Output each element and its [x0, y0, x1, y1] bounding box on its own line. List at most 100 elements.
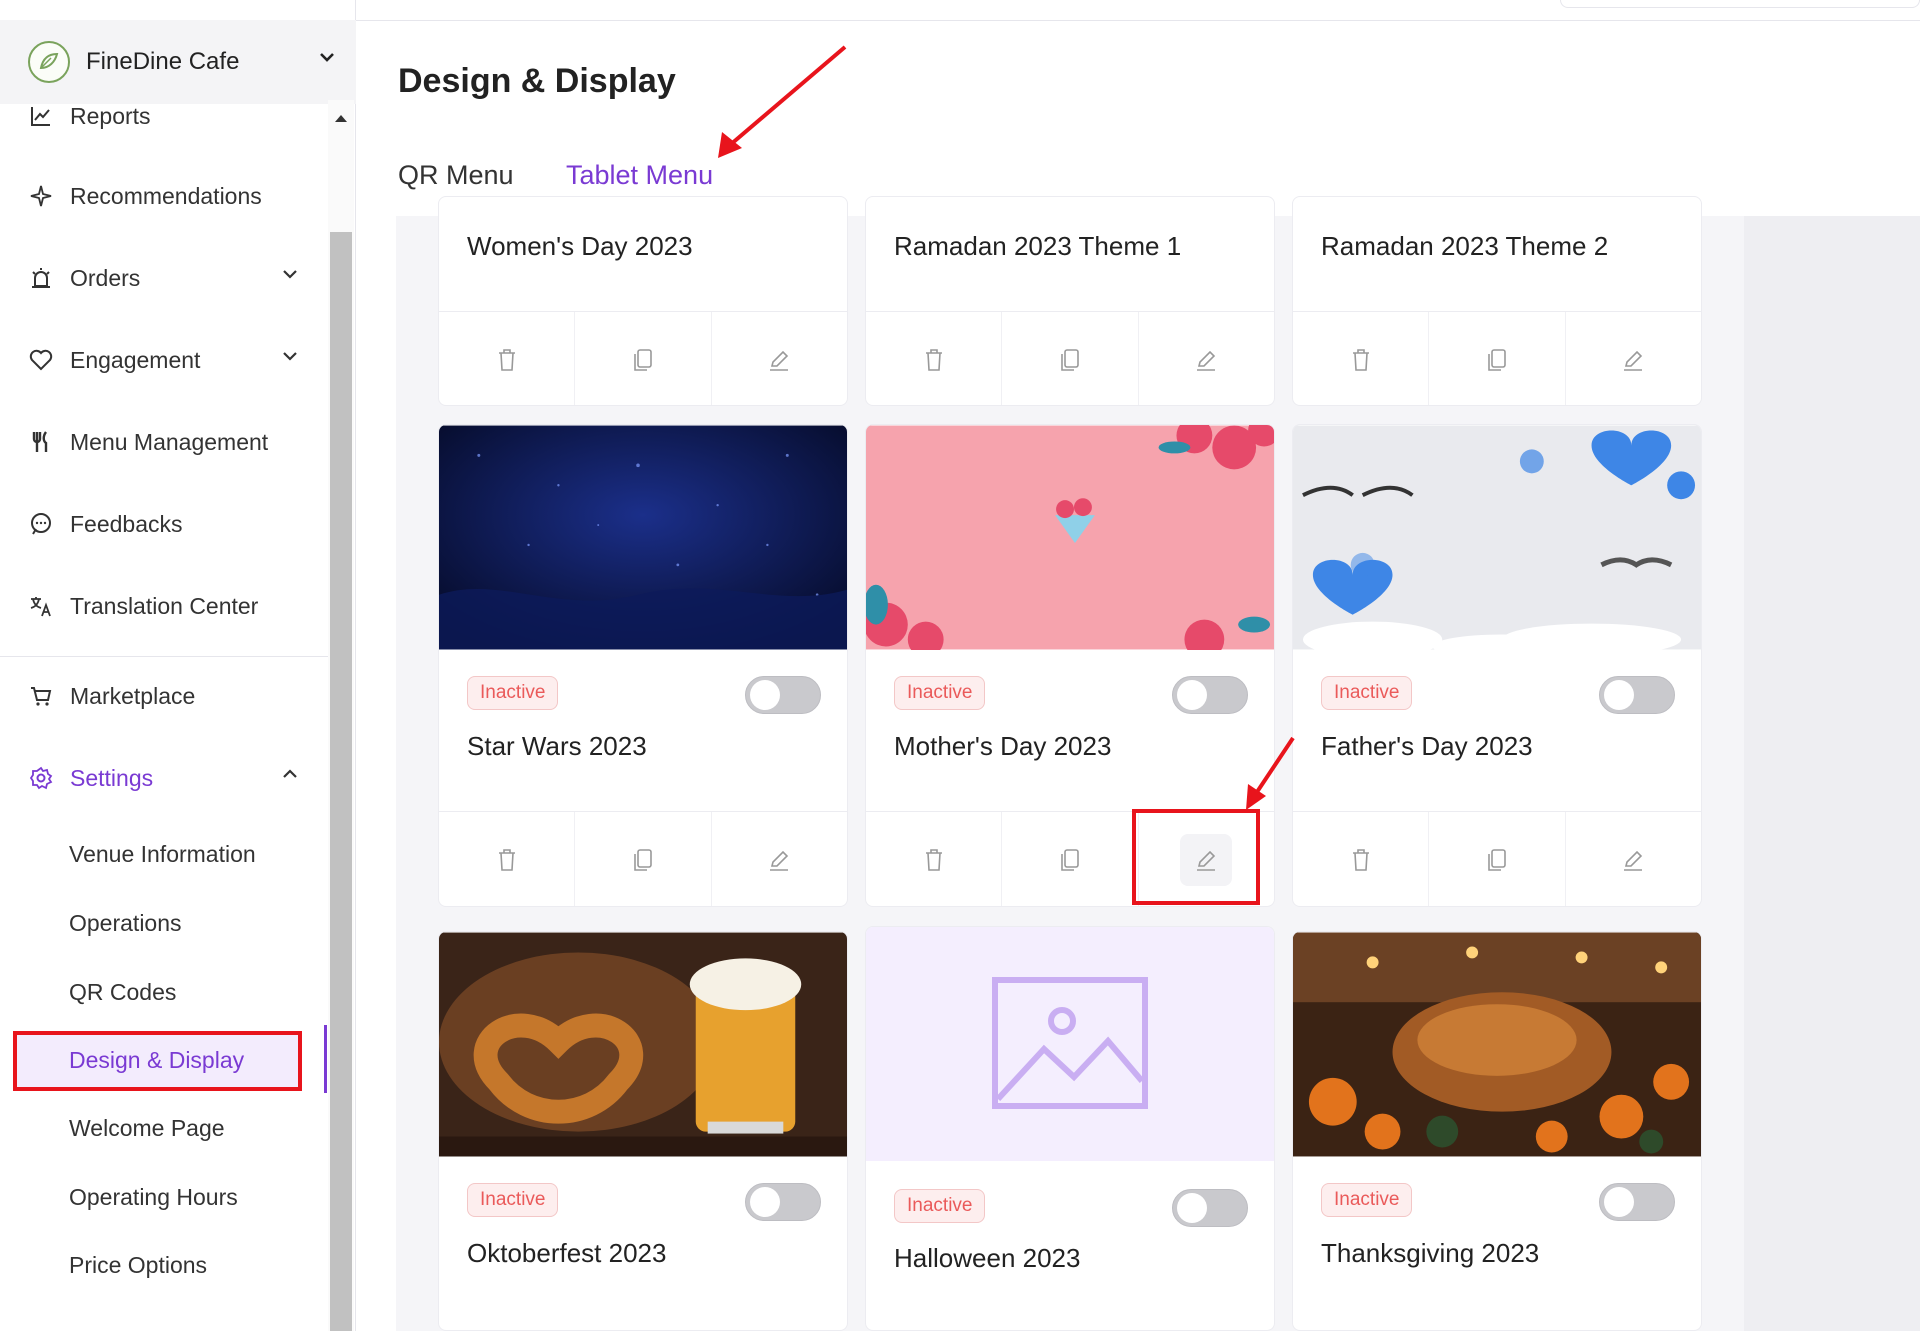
theme-card: Ramadan 2023 Theme 1 — [865, 196, 1275, 406]
activate-toggle[interactable] — [1599, 676, 1675, 714]
card-actions — [439, 811, 847, 906]
sidebar-sub-qr-codes[interactable]: QR Codes — [0, 966, 328, 1018]
activate-toggle[interactable] — [745, 676, 821, 714]
sidebar-item-label: Orders — [70, 264, 141, 291]
theme-title: Ramadan 2023 Theme 2 — [1321, 231, 1609, 261]
sidebar-sub-design-display[interactable]: Design & Display — [0, 1034, 328, 1086]
theme-title: Oktoberfest 2023 — [467, 1238, 667, 1268]
sidebar-item-orders[interactable]: Orders — [0, 248, 328, 308]
pencil-icon — [1197, 350, 1216, 371]
sidebar-item-label: Design & Display — [69, 1046, 245, 1073]
sidebar-item-engagement[interactable]: Engagement — [0, 330, 328, 390]
page: FineDine Cafe Reports Recommendations Or… — [0, 0, 1920, 1331]
chevron-down-icon — [283, 270, 297, 279]
status-badge: Inactive — [1321, 1183, 1413, 1217]
sidebar: FineDine Cafe Reports Recommendations Or… — [0, 0, 356, 1331]
duplicate-button[interactable] — [1002, 812, 1139, 906]
trash-icon — [1352, 848, 1369, 871]
blue-hearts-image — [1293, 425, 1701, 650]
arrow-head-icon — [718, 132, 742, 158]
sidebar-sub-price-options[interactable]: Price Options — [0, 1239, 328, 1291]
chevron-down-icon — [283, 352, 297, 361]
delete-button[interactable] — [439, 312, 576, 405]
sidebar-item-label: Engagement — [70, 346, 201, 373]
delete-button[interactable] — [866, 812, 1003, 906]
gear-icon — [28, 765, 54, 791]
pencil-icon — [770, 350, 789, 371]
duplicate-button[interactable] — [575, 812, 712, 906]
sidebar-item-label: Venue Information — [69, 840, 256, 867]
theme-card[interactable]: Inactive Halloween 2023 — [865, 926, 1275, 1331]
status-badge: Inactive — [467, 676, 559, 710]
delete-button[interactable] — [1293, 312, 1430, 405]
sidebar-item-label: QR Codes — [69, 978, 177, 1005]
theme-title: Thanksgiving 2023 — [1321, 1238, 1540, 1268]
sidebar-item-menu-management[interactable]: Menu Management — [0, 412, 328, 472]
edit-button[interactable] — [1566, 312, 1701, 405]
sidebar-item-reports[interactable]: Reports — [0, 86, 328, 146]
delete-button[interactable] — [866, 312, 1003, 405]
theme-card[interactable]: Inactive Star Wars 2023 — [438, 424, 848, 907]
search-input[interactable] — [1560, 0, 1920, 8]
sidebar-sub-welcome-page[interactable]: Welcome Page — [0, 1102, 328, 1154]
sidebar-item-label: Menu Management — [70, 428, 269, 455]
activate-toggle[interactable] — [745, 1183, 821, 1221]
annotation-highlight-box — [1132, 809, 1260, 905]
theme-title: Halloween 2023 — [894, 1243, 1081, 1273]
sidebar-item-label: Marketplace — [70, 682, 196, 709]
edit-button[interactable] — [712, 812, 847, 906]
theme-title: Father's Day 2023 — [1321, 731, 1533, 761]
topbar-divider — [356, 20, 1920, 21]
copy-icon — [1488, 848, 1506, 871]
heart-icon — [28, 347, 54, 373]
pencil-icon — [1624, 850, 1643, 871]
sidebar-scroll-thumb[interactable] — [330, 232, 352, 1331]
sidebar-item-recommendations[interactable]: Recommendations — [0, 166, 328, 226]
trash-icon — [498, 848, 515, 871]
theme-card[interactable]: Inactive Father's Day 2023 — [1292, 424, 1702, 907]
status-badge: Inactive — [467, 1183, 559, 1217]
trash-icon — [1352, 348, 1369, 371]
edit-button[interactable] — [1139, 312, 1274, 405]
sidebar-sub-operations[interactable]: Operations — [0, 897, 328, 949]
activate-toggle[interactable] — [1599, 1183, 1675, 1221]
card-actions — [866, 311, 1274, 405]
sidebar-item-label: Settings — [70, 764, 154, 791]
scroll-up-arrow-icon[interactable] — [333, 112, 349, 124]
sidebar-item-label: Translation Center — [70, 592, 259, 619]
duplicate-button[interactable] — [1429, 312, 1566, 405]
tab-qr-menu[interactable]: QR Menu — [398, 160, 514, 201]
status-badge: Inactive — [1321, 676, 1413, 710]
sidebar-item-marketplace[interactable]: Marketplace — [0, 666, 328, 726]
right-panel — [1744, 216, 1920, 1331]
translate-icon — [28, 593, 54, 619]
sidebar-sub-operating-hours[interactable]: Operating Hours — [0, 1171, 328, 1223]
sparkle-icon — [28, 183, 54, 209]
activate-toggle[interactable] — [1172, 1189, 1248, 1227]
duplicate-button[interactable] — [575, 312, 712, 405]
chevron-down-icon — [320, 53, 334, 62]
theme-card: Ramadan 2023 Theme 2 — [1292, 196, 1702, 406]
sidebar-item-label: Welcome Page — [69, 1114, 225, 1141]
duplicate-button[interactable] — [1002, 312, 1139, 405]
pencil-icon — [1624, 350, 1643, 371]
sidebar-divider — [0, 656, 328, 657]
sidebar-item-settings[interactable]: Settings — [0, 748, 328, 808]
edit-button[interactable] — [1566, 812, 1701, 906]
sidebar-item-translation-center[interactable]: Translation Center — [0, 576, 328, 636]
delete-button[interactable] — [1293, 812, 1430, 906]
image-placeholder-icon — [992, 977, 1148, 1109]
sidebar-sub-venue-information[interactable]: Venue Information — [0, 828, 328, 880]
sidebar-item-label: Recommendations — [70, 182, 262, 209]
activate-toggle[interactable] — [1172, 676, 1248, 714]
delete-button[interactable] — [439, 812, 576, 906]
card-actions — [1293, 811, 1701, 906]
edit-button[interactable] — [712, 312, 847, 405]
duplicate-button[interactable] — [1429, 812, 1566, 906]
page-title: Design & Display — [398, 62, 676, 100]
sidebar-item-label: Operations — [69, 909, 182, 936]
theme-card[interactable]: Inactive Thanksgiving 2023 — [1292, 931, 1702, 1331]
theme-card[interactable]: Inactive Oktoberfest 2023 — [438, 931, 848, 1331]
pencil-icon — [770, 850, 789, 871]
sidebar-item-feedbacks[interactable]: Feedbacks — [0, 494, 328, 554]
